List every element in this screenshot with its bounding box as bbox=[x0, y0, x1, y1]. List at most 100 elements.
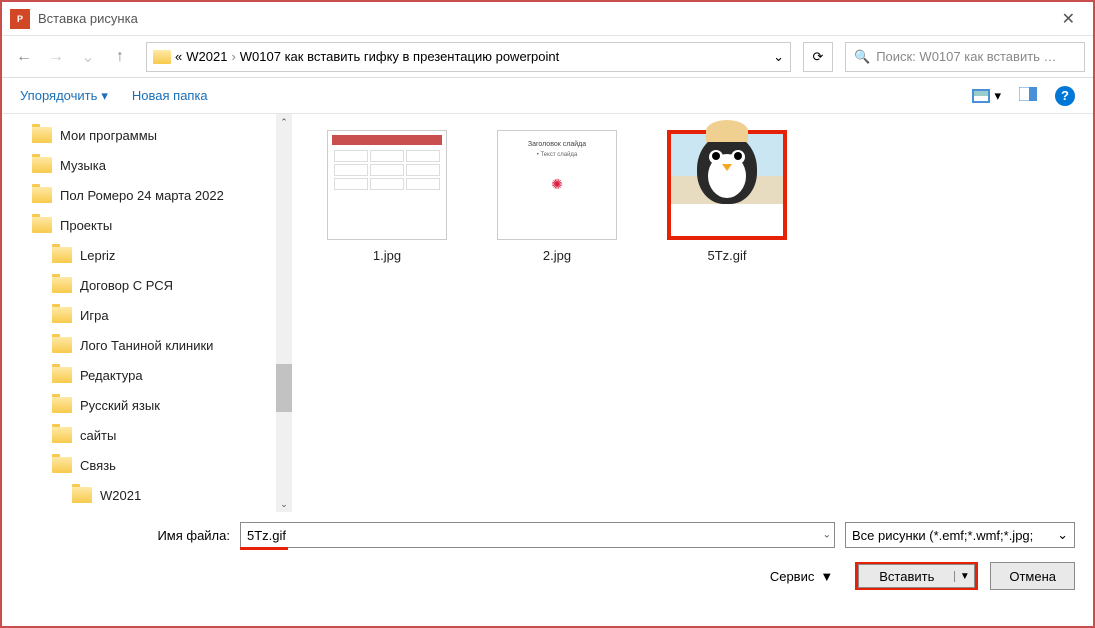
app-icon: P bbox=[10, 9, 30, 29]
nav-bar: ← → ⌄ ↑ « W2021 › W0107 как вставить гиф… bbox=[2, 36, 1093, 78]
sidebar-item-label: Лого Таниной клиники bbox=[80, 338, 213, 353]
sidebar-item-label: Русский язык bbox=[80, 398, 160, 413]
folder-icon bbox=[52, 337, 72, 353]
thumbnails-icon bbox=[972, 89, 990, 103]
toolbar: Упорядочить ▾ Новая папка ▾ ? bbox=[2, 78, 1093, 114]
sidebar-item-label: Связь bbox=[80, 458, 116, 473]
preview-pane-button[interactable] bbox=[1019, 87, 1037, 104]
folder-icon bbox=[32, 217, 52, 233]
file-item[interactable]: 5Tz.gif bbox=[652, 130, 802, 263]
service-button[interactable]: Сервис ▼ bbox=[770, 569, 833, 584]
scroll-up-icon[interactable]: ⌃ bbox=[276, 114, 292, 130]
folder-icon bbox=[52, 367, 72, 383]
sidebar-item[interactable]: Проекты bbox=[32, 210, 292, 240]
sidebar-item[interactable]: Редактура bbox=[32, 360, 292, 390]
folder-icon bbox=[52, 277, 72, 293]
breadcrumb-prefix: « bbox=[175, 49, 182, 64]
scrollbar-thumb[interactable] bbox=[276, 364, 292, 412]
search-icon: 🔍 bbox=[854, 49, 870, 65]
search-placeholder: Поиск: W0107 как вставить … bbox=[876, 49, 1056, 64]
sidebar-item-label: Музыка bbox=[60, 158, 106, 173]
view-mode-button[interactable]: ▾ bbox=[972, 88, 1001, 104]
chevron-down-icon[interactable]: ⌄ bbox=[773, 49, 784, 65]
sidebar-item-label: Договор С РСЯ bbox=[80, 278, 173, 293]
sidebar-item[interactable]: Пол Ромеро 24 марта 2022 bbox=[32, 180, 292, 210]
file-name-label: 2.jpg bbox=[482, 248, 632, 263]
chevron-down-icon[interactable]: ⌄ bbox=[823, 530, 831, 541]
file-item[interactable]: Заголовок слайда• Текст слайда✺ 2.jpg bbox=[482, 130, 632, 263]
file-list: 1.jpg Заголовок слайда• Текст слайда✺ 2.jp… bbox=[292, 114, 1093, 512]
chevron-down-icon: ⌄ bbox=[1057, 527, 1068, 543]
file-name-label: 1.jpg bbox=[312, 248, 462, 263]
nav-up-icon[interactable]: ↑ bbox=[106, 43, 134, 71]
file-name-label: 5Tz.gif bbox=[652, 248, 802, 263]
folder-icon bbox=[32, 127, 52, 143]
sidebar-item[interactable]: Договор С РСЯ bbox=[32, 270, 292, 300]
sidebar-item-label: W2021 bbox=[100, 488, 141, 503]
chevron-down-icon[interactable]: ▼ bbox=[954, 571, 974, 582]
folder-icon bbox=[32, 157, 52, 173]
sidebar-item[interactable]: Lepriz bbox=[32, 240, 292, 270]
sidebar-item-label: Редактура bbox=[80, 368, 143, 383]
sidebar-item-label: Проекты bbox=[60, 218, 112, 233]
insert-label: Вставить bbox=[859, 569, 954, 584]
sidebar-item[interactable]: Лого Таниной клиники bbox=[32, 330, 292, 360]
folder-icon bbox=[32, 187, 52, 203]
sidebar-item-label: Игра bbox=[80, 308, 109, 323]
nav-recent-icon[interactable]: ⌄ bbox=[74, 43, 102, 71]
nav-back-icon[interactable]: ← bbox=[10, 43, 38, 71]
chevron-right-icon: › bbox=[231, 49, 235, 64]
folder-icon bbox=[153, 50, 171, 64]
file-type-filter[interactable]: Все рисунки (*.emf;*.wmf;*.jpg; ⌄ bbox=[845, 522, 1075, 548]
sidebar: Мои программы Музыка Пол Ромеро 24 марта 2… bbox=[2, 114, 292, 512]
service-label: Сервис bbox=[770, 569, 815, 584]
sidebar-item-label: Мои программы bbox=[60, 128, 157, 143]
breadcrumb[interactable]: « W2021 › W0107 как вставить гифку в пре… bbox=[146, 42, 791, 72]
filename-input[interactable] bbox=[240, 522, 835, 548]
bottom-panel: Имя файла: ⌄ Все рисунки (*.emf;*.wmf;*.… bbox=[2, 512, 1093, 600]
file-thumbnail[interactable]: Заголовок слайда• Текст слайда✺ bbox=[497, 130, 617, 240]
search-input[interactable]: 🔍 Поиск: W0107 как вставить … bbox=[845, 42, 1085, 72]
scroll-down-icon[interactable]: ⌄ bbox=[276, 496, 292, 512]
file-thumbnail[interactable] bbox=[667, 130, 787, 240]
sidebar-item[interactable]: Русский язык bbox=[32, 390, 292, 420]
sidebar-item[interactable]: Игра bbox=[32, 300, 292, 330]
file-item[interactable]: 1.jpg bbox=[312, 130, 462, 263]
window-title: Вставка рисунка bbox=[38, 11, 1052, 26]
sidebar-item[interactable]: Мои программы bbox=[32, 120, 292, 150]
insert-button[interactable]: Вставить ▼ bbox=[855, 562, 978, 590]
new-folder-button[interactable]: Новая папка bbox=[132, 88, 208, 103]
folder-icon bbox=[52, 307, 72, 323]
breadcrumb-item[interactable]: W0107 как вставить гифку в презентацию p… bbox=[240, 49, 559, 64]
nav-forward-icon[interactable]: → bbox=[42, 43, 70, 71]
help-icon[interactable]: ? bbox=[1055, 86, 1075, 106]
organize-label: Упорядочить bbox=[20, 88, 97, 103]
sidebar-item-label: Пол Ромеро 24 марта 2022 bbox=[60, 188, 224, 203]
breadcrumb-item[interactable]: W2021 bbox=[186, 49, 227, 64]
sidebar-item-label: сайты bbox=[80, 428, 116, 443]
folder-icon bbox=[52, 247, 72, 263]
refresh-button[interactable]: ⟳ bbox=[803, 42, 833, 72]
folder-icon bbox=[72, 487, 92, 503]
folder-icon bbox=[52, 457, 72, 473]
sidebar-item[interactable]: Связь bbox=[32, 450, 292, 480]
scrollbar-track[interactable] bbox=[276, 114, 292, 512]
file-thumbnail[interactable] bbox=[327, 130, 447, 240]
sidebar-item-label: Lepriz bbox=[80, 248, 115, 263]
folder-icon bbox=[52, 427, 72, 443]
close-icon[interactable]: ✕ bbox=[1052, 9, 1085, 29]
chevron-down-icon: ▼ bbox=[820, 569, 833, 584]
cancel-button[interactable]: Отмена bbox=[990, 562, 1075, 590]
filename-label: Имя файла: bbox=[20, 528, 230, 543]
title-bar: P Вставка рисунка ✕ bbox=[2, 2, 1093, 36]
main-area: Мои программы Музыка Пол Ромеро 24 марта 2… bbox=[2, 114, 1093, 512]
filter-label: Все рисунки (*.emf;*.wmf;*.jpg; bbox=[852, 528, 1033, 543]
folder-icon bbox=[52, 397, 72, 413]
chevron-down-icon: ▾ bbox=[994, 88, 1001, 104]
sidebar-item[interactable]: сайты bbox=[32, 420, 292, 450]
sidebar-item[interactable]: Музыка bbox=[32, 150, 292, 180]
sidebar-item[interactable]: W2021 bbox=[32, 480, 292, 510]
preview-icon bbox=[1019, 87, 1037, 101]
chevron-down-icon: ▾ bbox=[101, 88, 108, 104]
organize-button[interactable]: Упорядочить ▾ bbox=[20, 88, 108, 104]
